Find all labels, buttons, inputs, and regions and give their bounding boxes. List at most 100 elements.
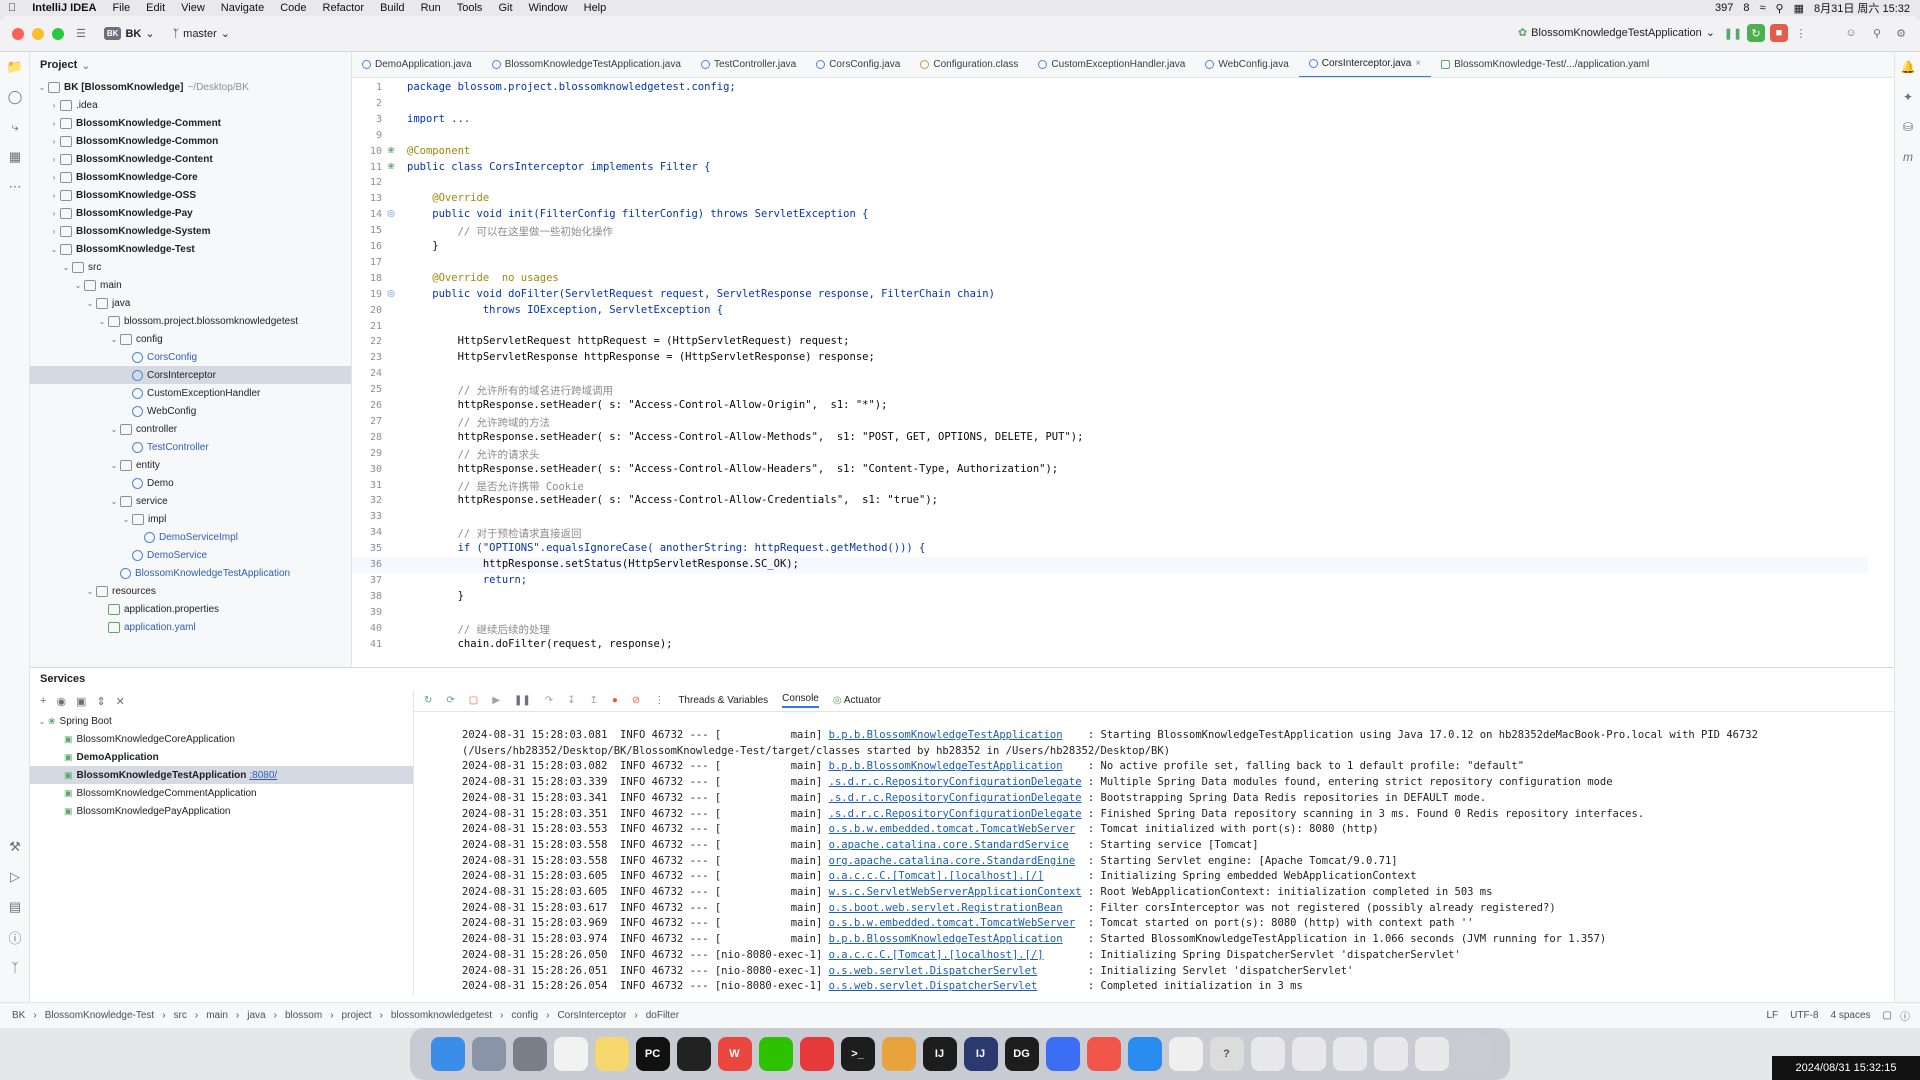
- trash-dock-icon[interactable]: [1455, 1037, 1490, 1071]
- intellij-dock-icon[interactable]: IJ: [922, 1037, 957, 1071]
- pause-icon[interactable]: ❚❚: [1724, 24, 1742, 42]
- log-logger-link[interactable]: b.p.b.BlossomKnowledgeTestApplication: [829, 933, 1063, 945]
- editor-tab[interactable]: Configuration.class: [910, 52, 1028, 77]
- close-icon[interactable]: ×: [1415, 58, 1421, 69]
- intellij-2-dock-icon[interactable]: IJ: [963, 1037, 998, 1071]
- pycharm-dock-icon[interactable]: PC: [635, 1037, 670, 1071]
- console-output[interactable]: 2024-08-31 15:28:03.081 INFO 46732 --- […: [462, 728, 1758, 995]
- app-blue-dock-icon[interactable]: [1127, 1037, 1162, 1071]
- spring-bean-icon[interactable]: ❀: [382, 145, 400, 156]
- window-5-dock-icon[interactable]: [1414, 1037, 1449, 1071]
- tree-item[interactable]: ⌄ main: [30, 276, 351, 294]
- menu-help[interactable]: Help: [584, 2, 607, 14]
- git-icon[interactable]: ᛉ: [0, 952, 30, 982]
- breadcrumb-item[interactable]: blossomknowledgetest: [391, 1010, 492, 1021]
- step-into-icon[interactable]: ↧: [567, 695, 575, 706]
- step-over-icon[interactable]: ↷: [545, 695, 553, 706]
- run-config-selector[interactable]: ✿ BlossomKnowledgeTestApplication ⌄: [1518, 26, 1715, 40]
- log-logger-link[interactable]: b.p.b.BlossomKnowledgeTestApplication: [829, 760, 1063, 772]
- pause-icon[interactable]: ❚❚: [514, 695, 531, 706]
- minimize-window-button[interactable]: [32, 27, 44, 40]
- view-breakpoints-icon[interactable]: ●: [612, 695, 618, 706]
- wifi-icon[interactable]: ≈: [1759, 2, 1765, 14]
- breadcrumb-item[interactable]: blossom: [285, 1010, 322, 1021]
- breadcrumb-item[interactable]: java: [247, 1010, 265, 1021]
- tree-item[interactable]: DemoServiceImpl: [30, 528, 351, 546]
- terminal-icon[interactable]: ▤: [0, 892, 30, 922]
- window-1-dock-icon[interactable]: [1250, 1037, 1285, 1071]
- collapse-all-icon[interactable]: ✕: [116, 695, 125, 708]
- problems-icon[interactable]: ⓘ: [0, 922, 30, 952]
- log-logger-link[interactable]: .s.d.r.c.RepositoryConfigurationDelegate: [829, 776, 1082, 788]
- tree-item[interactable]: Demo: [30, 474, 351, 492]
- tree-item[interactable]: ⌄ blossom.project.blossomknowledgetest: [30, 312, 351, 330]
- service-item[interactable]: ▣ BlossomKnowledgeCommentApplication: [30, 784, 413, 802]
- chrome-dock-icon[interactable]: [881, 1037, 916, 1071]
- search-everywhere-icon[interactable]: ⚲: [1868, 24, 1886, 42]
- log-logger-link[interactable]: org.apache.catalina.core.StandardEngine: [829, 855, 1076, 867]
- step-out-icon[interactable]: ↥: [589, 695, 597, 706]
- lock-icon[interactable]: ▢: [1883, 1010, 1892, 1021]
- tree-item[interactable]: CorsConfig: [30, 348, 351, 366]
- breadcrumb-item[interactable]: BK: [12, 1010, 25, 1021]
- tree-item[interactable]: ⌄ BlossomKnowledge-Test: [30, 240, 351, 258]
- editor-tab[interactable]: CustomExceptionHandler.java: [1028, 52, 1195, 77]
- qq-dock-icon[interactable]: [676, 1037, 711, 1071]
- project-selector[interactable]: BK BK ⌄: [103, 27, 155, 40]
- editor-tab[interactable]: BlossomKnowledge-Test/.../application.ya…: [1431, 52, 1659, 77]
- main-menu-icon[interactable]: ☰: [76, 27, 86, 40]
- tree-item[interactable]: application.yaml: [30, 618, 351, 636]
- more-tools-icon[interactable]: ⋯: [0, 172, 30, 202]
- tree-item[interactable]: › BlossomKnowledge-OSS: [30, 186, 351, 204]
- log-logger-link[interactable]: o.s.web.servlet.DispatcherServlet: [829, 980, 1038, 992]
- log-logger-link[interactable]: o.s.boot.web.servlet.RegistrationBean: [829, 902, 1063, 914]
- log-logger-link[interactable]: b.p.b.BlossomKnowledgeTestApplication: [829, 729, 1063, 741]
- ai-assistant-icon[interactable]: ✦: [1895, 82, 1920, 112]
- launchpad-dock-icon[interactable]: [471, 1037, 506, 1071]
- tree-item[interactable]: ⌄ config: [30, 330, 351, 348]
- notes-dock-icon[interactable]: [594, 1037, 629, 1071]
- app-red-dock-icon[interactable]: [1086, 1037, 1121, 1071]
- services-icon[interactable]: ▷: [0, 862, 30, 892]
- feishu-dock-icon[interactable]: [1045, 1037, 1080, 1071]
- pull-requests-icon[interactable]: ⤷: [0, 112, 30, 142]
- tab-console[interactable]: Console: [782, 693, 819, 708]
- stop-icon[interactable]: ▢: [469, 695, 478, 706]
- service-item[interactable]: ⌄ ❀ Spring Boot: [30, 712, 413, 730]
- add-service-icon[interactable]: +: [40, 695, 46, 707]
- log-logger-link[interactable]: w.s.c.ServletWebServerApplicationContext: [829, 886, 1082, 898]
- wps-dock-icon[interactable]: W: [717, 1037, 752, 1071]
- app-menu[interactable]: IntelliJ IDEA: [32, 2, 96, 14]
- wechat-dock-icon[interactable]: [758, 1037, 793, 1071]
- tree-item[interactable]: DemoService: [30, 546, 351, 564]
- log-logger-link[interactable]: o.a.c.c.C.[Tomcat].[localhost].[/]: [829, 870, 1044, 882]
- document-dock-icon[interactable]: [1168, 1037, 1203, 1071]
- tree-item[interactable]: CustomExceptionHandler: [30, 384, 351, 402]
- service-item[interactable]: ▣ DemoApplication: [30, 748, 413, 766]
- spring-bean-icon[interactable]: ❀: [382, 161, 400, 172]
- project-panel-header[interactable]: Project ⌄: [30, 52, 351, 78]
- service-item[interactable]: ▣ BlossomKnowledgeCoreApplication: [30, 730, 413, 748]
- help-dock-icon[interactable]: ?: [1209, 1037, 1244, 1071]
- menu-window[interactable]: Window: [529, 2, 568, 14]
- menu-tools[interactable]: Tools: [457, 2, 483, 14]
- breadcrumb-item[interactable]: BlossomKnowledge-Test: [45, 1010, 155, 1021]
- menu-view[interactable]: View: [181, 2, 205, 14]
- tree-item[interactable]: ⌄ resources: [30, 582, 351, 600]
- indent-setting[interactable]: 4 spaces: [1831, 1010, 1871, 1021]
- search-icon[interactable]: ⚲: [1776, 2, 1784, 15]
- rerun-button[interactable]: ↻: [1747, 24, 1765, 42]
- breadcrumb-item[interactable]: main: [206, 1010, 228, 1021]
- window-4-dock-icon[interactable]: [1373, 1037, 1408, 1071]
- maven-icon[interactable]: m: [1895, 142, 1920, 172]
- log-logger-link[interactable]: o.a.c.c.C.[Tomcat].[localhost].[/]: [829, 949, 1044, 961]
- account-icon[interactable]: ☺: [1842, 24, 1860, 42]
- tree-item[interactable]: › BlossomKnowledge-Core: [30, 168, 351, 186]
- commit-tool-icon[interactable]: ◯: [0, 82, 30, 112]
- tree-item[interactable]: › BlossomKnowledge-Comment: [30, 114, 351, 132]
- expand-all-icon[interactable]: ⇕: [96, 695, 105, 708]
- tree-item[interactable]: TestController: [30, 438, 351, 456]
- project-tool-icon[interactable]: 📁: [0, 52, 30, 82]
- menu-code[interactable]: Code: [280, 2, 306, 14]
- tree-item[interactable]: BlossomKnowledgeTestApplication: [30, 564, 351, 582]
